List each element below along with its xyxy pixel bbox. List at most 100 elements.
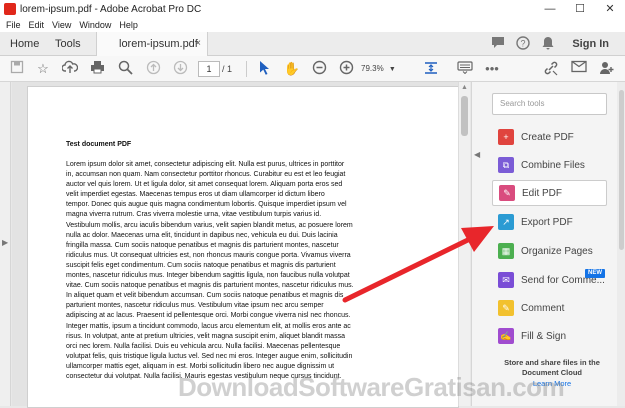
print-icon[interactable] xyxy=(88,60,106,78)
share-link-icon[interactable] xyxy=(542,60,560,78)
search-tools-input[interactable]: Search tools xyxy=(492,93,607,115)
help-icon[interactable]: ? xyxy=(515,36,531,52)
pdf-page[interactable]: Test document PDF Lorem ipsum dolor sit … xyxy=(27,86,459,408)
tool-organize-pages[interactable]: ▦ Organize Pages xyxy=(492,238,607,264)
menu-file[interactable]: File xyxy=(6,20,21,30)
minimize-button[interactable]: — xyxy=(535,0,565,18)
document-text-line: nulla ac dolor. Maecenas urna elit, tinc… xyxy=(66,231,338,239)
zoom-level-dropdown[interactable]: 79.3% ▼ xyxy=(361,61,399,77)
menu-window[interactable]: Window xyxy=(79,20,111,30)
next-page-icon[interactable] xyxy=(171,60,189,78)
tools-pane-scrollbar[interactable] xyxy=(617,82,625,406)
document-text-line: auctor vel quis lorem. Ut et ligula dolo… xyxy=(66,181,343,189)
chat-icon[interactable] xyxy=(490,36,506,52)
document-text-line: volutpat felis, quis tristique ligula lu… xyxy=(66,352,353,360)
page-total: / 1 xyxy=(222,64,233,74)
new-badge: NEW xyxy=(585,269,605,278)
document-text-line: montes, nascetur ridiculus mus. Integer … xyxy=(66,272,350,280)
collapse-right-pane-arrow-icon[interactable]: ◀ xyxy=(474,150,480,159)
combine-files-icon: ⧉ xyxy=(498,157,514,173)
send-for-comme-icon: ✉ xyxy=(498,272,514,288)
chevron-down-icon: ▼ xyxy=(388,66,396,73)
page-fit-icon[interactable] xyxy=(422,60,440,78)
keyboard-icon[interactable] xyxy=(456,60,474,78)
tab-close-icon[interactable]: × xyxy=(195,32,201,56)
tool-combine-files[interactable]: ⧉ Combine Files xyxy=(492,152,607,178)
watermark-text: DownloadSoftwareGratisan.com xyxy=(178,372,565,402)
more-options-icon[interactable]: ••• xyxy=(483,60,501,78)
scrollbar-thumb[interactable] xyxy=(461,96,468,136)
tools-pane-scrollbar-thumb[interactable] xyxy=(619,90,624,250)
document-text-line: fringilla massa. Cum sociis natoque pena… xyxy=(66,241,339,249)
email-envelope-icon[interactable] xyxy=(570,60,588,78)
tool-label: Combine Files xyxy=(521,159,585,171)
expand-left-pane-arrow-icon[interactable]: ▶ xyxy=(2,238,8,247)
tool-fill-sign[interactable]: ✍ Fill & Sign xyxy=(492,323,607,349)
tool-comment[interactable]: ✎ Comment xyxy=(492,295,607,321)
previous-page-icon[interactable] xyxy=(144,60,162,78)
tool-label: Export PDF xyxy=(521,216,573,228)
document-scrollbar[interactable]: ▲ xyxy=(458,82,470,406)
document-text-line: magna viverra rutrum. Cras viverra moles… xyxy=(66,211,322,219)
main-toolbar: ☆ 1 / 1 ✋ 79.3% ▼ ••• xyxy=(0,56,625,82)
tool-label: Organize Pages xyxy=(521,245,593,257)
menu-bar: File Edit View Window Help xyxy=(0,18,625,32)
tool-create-pdf[interactable]: + Create PDF xyxy=(492,124,607,150)
document-text-line: velit imperdiet egestas. Maecenas tempus… xyxy=(66,191,325,199)
sign-in-button[interactable]: Sign In xyxy=(572,32,609,56)
tool-label: Comment xyxy=(521,302,565,314)
zoom-in-icon[interactable] xyxy=(337,60,355,78)
hand-tool-icon[interactable]: ✋ xyxy=(283,60,301,78)
tool-label: Fill & Sign xyxy=(521,330,567,342)
tools-pane: Search tools + Create PDF ⧉ Combine Files ✎ E… xyxy=(471,82,625,406)
organize-pages-icon: ▦ xyxy=(498,243,514,259)
document-text-line: Integer mattis, ipsum a tincidunt commod… xyxy=(66,322,351,330)
tool-edit-pdf[interactable]: ✎ Edit PDF xyxy=(492,180,607,206)
search-zoom-icon[interactable] xyxy=(116,60,134,78)
title-bar: lorem-ipsum.pdf - Adobe Acrobat Pro DC —… xyxy=(0,0,625,18)
tool-label: Create PDF xyxy=(521,131,574,143)
document-text-line: in, accumsan non quam. Nam consectetur p… xyxy=(66,171,346,179)
notifications-bell-icon[interactable] xyxy=(540,36,556,52)
menu-edit[interactable]: Edit xyxy=(29,20,45,30)
add-user-icon[interactable] xyxy=(598,60,616,78)
document-title: Test document PDF xyxy=(66,141,132,148)
tab-document-label: lorem-ipsum.pdf xyxy=(119,38,198,50)
menu-help[interactable]: Help xyxy=(119,20,138,30)
document-viewport[interactable]: Test document PDF Lorem ipsum dolor sit … xyxy=(12,82,470,408)
menu-view[interactable]: View xyxy=(52,20,71,30)
page-number-input[interactable]: 1 xyxy=(198,61,220,77)
save-icon[interactable] xyxy=(8,60,26,78)
upload-cloud-icon[interactable] xyxy=(61,60,79,78)
scroll-up-arrow-icon[interactable]: ▲ xyxy=(461,84,468,91)
export-pdf-icon: ↗ xyxy=(498,214,514,230)
create-pdf-icon: + xyxy=(498,129,514,145)
document-text-line: suscipit felis eget condimentum. Cum soc… xyxy=(66,261,336,269)
tab-home[interactable]: Home xyxy=(10,32,39,56)
bookmark-star-icon[interactable]: ☆ xyxy=(34,60,52,78)
select-cursor-icon[interactable] xyxy=(256,60,274,78)
tab-document[interactable]: lorem-ipsum.pdf × xyxy=(96,32,208,56)
document-text-line: orci nec lorem. Nulla facilisi. Duis eu … xyxy=(66,342,341,350)
document-text-line: ullamcorper mattis eget, aliquam in est.… xyxy=(66,362,335,370)
svg-text:?: ? xyxy=(520,39,525,49)
document-text-line: Vestibulum mollis, arcu iaculis bibendum… xyxy=(66,221,353,229)
edit-pdf-icon: ✎ xyxy=(499,185,515,201)
tool-label: Edit PDF xyxy=(522,187,563,199)
left-navigation-pane-collapsed[interactable]: ▶ xyxy=(0,82,11,406)
tool-export-pdf[interactable]: ↗ Export PDF xyxy=(492,209,607,235)
document-text-line: vitae. Cum sociis natoque penatibus et m… xyxy=(66,282,354,290)
document-text-line: Lorem ipsum dolor sit amet, consectetur … xyxy=(66,161,345,168)
zoom-out-icon[interactable] xyxy=(310,60,328,78)
tab-tools[interactable]: Tools xyxy=(55,32,81,56)
zoom-level-value: 79.3% xyxy=(361,64,384,73)
maximize-button[interactable]: ☐ xyxy=(565,0,595,18)
comment-icon: ✎ xyxy=(498,300,514,316)
toolbar-divider xyxy=(246,61,247,77)
window-title: lorem-ipsum.pdf - Adobe Acrobat Pro DC xyxy=(20,3,202,15)
close-button[interactable]: ✕ xyxy=(595,0,625,18)
document-text-line: In aliquet quam et velit bibendum accums… xyxy=(66,292,344,300)
document-text-line: parturient montes, nascetur ridiculus mu… xyxy=(66,302,324,310)
document-text-line: ridiculus mus. Ut consequat ultricies es… xyxy=(66,251,351,259)
document-text-line: adipiscing at ac lacus. Praesent id pell… xyxy=(66,312,351,320)
